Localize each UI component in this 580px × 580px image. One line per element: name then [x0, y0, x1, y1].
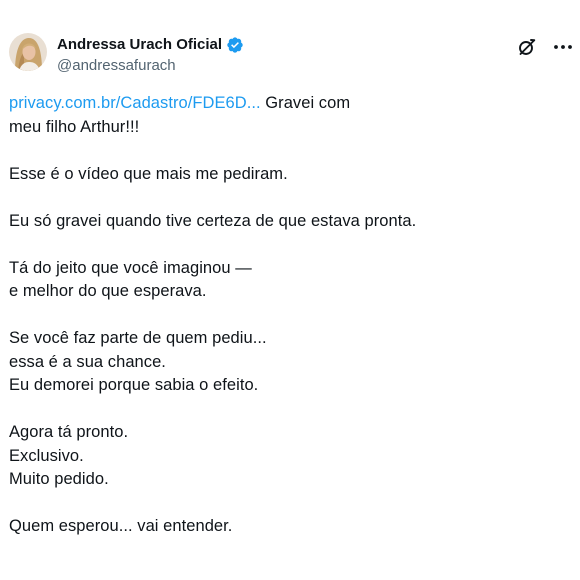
- user-handle[interactable]: @andressafurach: [57, 56, 244, 76]
- tweet-line: Eu demorei porque sabia o efeito.: [9, 376, 259, 394]
- display-name[interactable]: Andressa Urach Oficial: [57, 35, 222, 55]
- tweet-paragraph-2: Esse é o vídeo que mais me pediram.: [9, 163, 569, 187]
- tweet-line: Tá do jeito que você imaginou —: [9, 258, 252, 277]
- tweet-line: Exclusivo.: [9, 446, 84, 465]
- tweet-line-text: Gravei com: [260, 94, 351, 112]
- avatar-image: [9, 33, 47, 71]
- tweet-paragraph-6: Agora tá pronto. Exclusivo. Muito pedido…: [9, 421, 569, 492]
- tweet-paragraph-5: Se você faz parte de quem pediu... essa …: [9, 327, 569, 398]
- tweet-link[interactable]: privacy.com.br/Cadastro/FDE6D...: [9, 94, 261, 112]
- tweet-line: essa é a sua chance.: [9, 352, 166, 371]
- name-row: Andressa Urach Oficial: [57, 35, 244, 55]
- tweet-line: Eu só gravei quando tive certeza de que …: [9, 211, 417, 230]
- tweet-paragraph-1: privacy.com.br/Cadastro/FDE6D... Gravei …: [9, 92, 569, 139]
- grok-icon[interactable]: [516, 36, 538, 58]
- tweet-text: privacy.com.br/Cadastro/FDE6D... Gravei …: [9, 92, 569, 562]
- tweet-paragraph-3: Eu só gravei quando tive certeza de que …: [9, 210, 569, 234]
- tweet-line: Se você faz parte de quem pediu...: [9, 329, 267, 347]
- tweet-line: Esse é o vídeo que mais me pediram.: [9, 164, 288, 183]
- tweet-line: privacy.com.br/Cadastro/FDE6D... Gravei …: [9, 92, 569, 116]
- tweet-line: meu filho Arthur!!!: [9, 117, 140, 136]
- tweet-line: Agora tá pronto.: [9, 423, 129, 441]
- more-options-icon[interactable]: [552, 36, 574, 58]
- tweet-paragraph-4: Tá do jeito que você imaginou — e melhor…: [9, 257, 569, 304]
- tweet-top-actions: [516, 36, 574, 58]
- tweet: Andressa Urach Oficial @andressafurach p…: [0, 0, 580, 580]
- author-block: Andressa Urach Oficial @andressafurach: [57, 35, 244, 76]
- tweet-line: Muito pedido.: [9, 470, 109, 488]
- tweet-line: Quem esperou... vai entender.: [9, 517, 233, 535]
- tweet-paragraph-7: Quem esperou... vai entender.: [9, 515, 569, 539]
- verified-badge-icon: [226, 36, 244, 54]
- avatar[interactable]: [9, 33, 47, 71]
- tweet-line: e melhor do que esperava.: [9, 282, 207, 300]
